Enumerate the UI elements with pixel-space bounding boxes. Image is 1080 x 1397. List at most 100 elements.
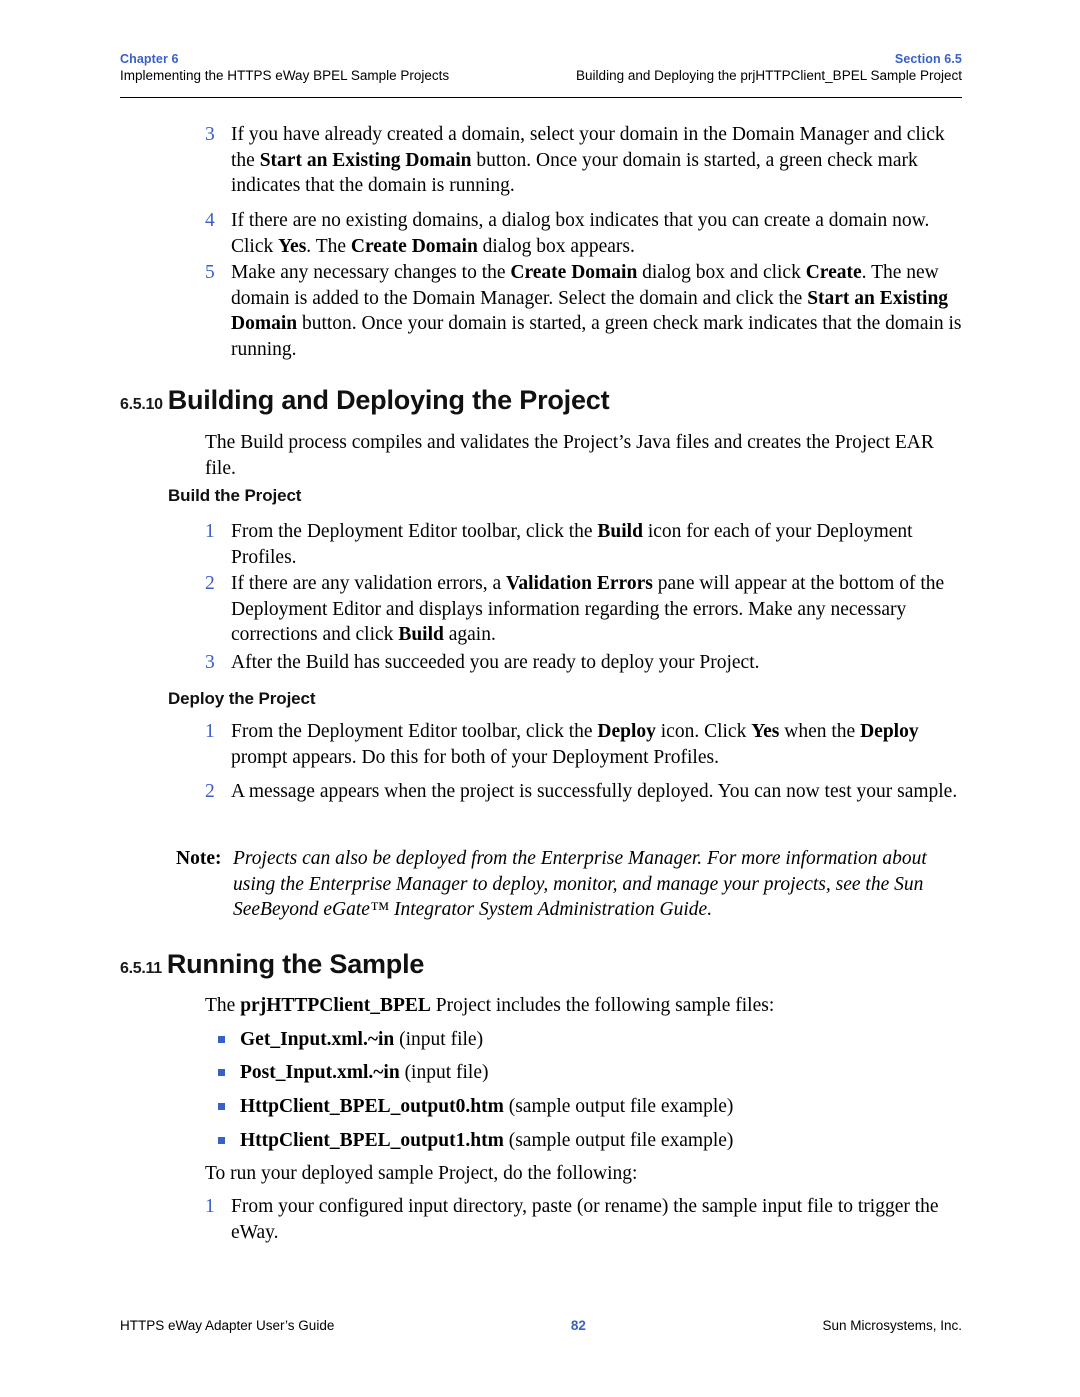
footer-page-number: 82 [570,1318,586,1333]
footer-company: Sun Microsystems, Inc. [822,1318,962,1333]
step-number: 4 [205,210,215,231]
body-text: dialog box and click [637,262,806,283]
list-item-text: HttpClient_BPEL_output0.htm (sample outp… [240,1094,962,1120]
list-item-text: HttpClient_BPEL_output1.htm (sample outp… [240,1128,962,1154]
emphasis-text: Deploy [860,721,919,742]
header-chapter-title: Implementing the HTTPS eWay BPEL Sample … [120,67,450,83]
step-text: A message appears when the project is su… [231,779,962,805]
emphasis-text: Build [597,521,643,542]
section-heading-6511: 6.5.11 Running the Sample [120,949,424,980]
step-number: 5 [205,262,215,283]
body-text: prompt appears. Do this for both of your… [231,746,719,768]
list-item-text: Post_Input.xml.~in (input file) [240,1060,962,1086]
step-text: From the Deployment Editor toolbar, clic… [231,519,962,570]
file-description: (input file) [394,1029,484,1050]
list-item: Post_Input.xml.~in (input file) [218,1060,962,1086]
file-description: (sample output file example) [503,1096,734,1117]
numbered-step: 1 From your configured input directory, … [205,1194,962,1245]
square-bullet-icon [218,1128,240,1144]
file-name: HttpClient_BPEL_output0.htm [240,1096,504,1117]
body-text: . The [306,235,351,257]
note-block: Note: Projects can also be deployed from… [176,846,962,923]
body-text: dialog box appears. [477,235,635,257]
page-footer: HTTPS eWay Adapter User’s Guide 82 Sun M… [120,1318,962,1333]
square-bullet-icon [218,1027,240,1043]
numbered-step: 1 From the Deployment Editor toolbar, cl… [205,719,962,770]
numbered-step: 1 From the Deployment Editor toolbar, cl… [205,519,962,570]
section-intro-paragraph: The prjHTTPClient_BPEL Project includes … [205,993,962,1019]
body-text: icon. Click [655,721,752,742]
square-bullet-icon [218,1094,240,1110]
step-number: 1 [205,1196,215,1217]
section-intro-paragraph: The Build process compiles and validates… [205,432,934,479]
list-item-text: Get_Input.xml.~in (input file) [240,1027,962,1053]
body-text: After the Build has succeeded you are re… [231,652,760,673]
step-text: After the Build has succeeded you are re… [231,650,962,676]
numbered-step: 2 A message appears when the project is … [205,779,962,805]
header-chapter-tag: Chapter 6 [120,52,179,66]
section-number: 6.5.11 [120,960,162,977]
list-item: HttpClient_BPEL_output0.htm (sample outp… [218,1094,962,1120]
step-number: 3 [205,652,215,673]
emphasis-text: Deploy [597,721,656,742]
body-text: If there are any validation errors, a [231,573,507,594]
body-text: From your configured input directory, pa… [231,1196,939,1243]
header-title-row: Implementing the HTTPS eWay BPEL Sample … [120,68,962,85]
footer-guide-title: HTTPS eWay Adapter User’s Guide [120,1318,335,1333]
step-text: From your configured input directory, pa… [231,1194,962,1245]
file-name: Get_Input.xml.~in [240,1029,395,1050]
body-text: button. Once your domain is started, a g… [231,313,962,360]
body-text: From the Deployment Editor toolbar, clic… [231,521,598,542]
file-description: (input file) [399,1062,489,1083]
note-label: Note: [176,848,222,869]
body-text: A message appears when the project is su… [231,781,958,802]
emphasis-text: Create [805,262,862,283]
step-text: Make any necessary changes to the Create… [231,260,962,362]
header-section-title: Building and Deploying the prjHTTPClient… [576,67,962,83]
body-text: Project includes the following sample fi… [430,995,775,1016]
body-text: From the Deployment Editor toolbar, clic… [231,721,598,742]
section-heading-6510: 6.5.10 Building and Deploying the Projec… [120,385,610,416]
step-text: From the Deployment Editor toolbar, clic… [231,719,962,770]
emphasis-text: Create Domain [350,235,478,257]
emphasis-text: Yes [751,721,780,742]
header-section-tag: Section 6.5 [894,52,962,66]
emphasis-text: Build [398,624,444,645]
step-number: 2 [205,781,215,802]
step-text: If there are no existing domains, a dial… [231,208,962,259]
body-text: again. [443,624,496,645]
square-bullet-icon [218,1060,240,1076]
subheading-build-the-project: Build the Project [168,486,302,505]
body-text: Make any necessary changes to the [231,262,511,283]
header-divider [120,97,962,98]
file-description: (sample output file example) [503,1130,734,1151]
numbered-step: 3 After the Build has succeeded you are … [205,650,962,676]
note-text: Projects can also be deployed from the E… [233,848,927,920]
run-sample-intro: To run your deployed sample Project, do … [205,1163,638,1184]
header-tag-row: Chapter 6 Section 6.5 [120,52,962,68]
emphasis-text: Create Domain [510,262,638,283]
emphasis-text: prjHTTPClient_BPEL [240,995,431,1016]
step-number: 1 [205,721,215,742]
document-page: Chapter 6 Section 6.5 Implementing the H… [0,0,1080,1397]
emphasis-text: Yes [278,235,307,257]
section-number: 6.5.10 [120,396,163,413]
emphasis-text: Start an Existing Domain [259,149,472,171]
body-text: The [205,995,241,1016]
body-text: when the [779,721,861,742]
subheading-deploy-the-project: Deploy the Project [168,689,316,708]
numbered-step: 3 If you have already created a domain, … [205,122,962,199]
numbered-step: 5 Make any necessary changes to the Crea… [205,260,962,362]
step-number: 2 [205,573,215,594]
list-item: HttpClient_BPEL_output1.htm (sample outp… [218,1128,962,1154]
list-item: Get_Input.xml.~in (input file) [218,1027,962,1053]
step-text: If you have already created a domain, se… [231,122,962,199]
section-title: Running the Sample [166,949,425,979]
numbered-step: 2 If there are any validation errors, a … [205,571,962,648]
file-name: HttpClient_BPEL_output1.htm [240,1130,504,1151]
step-number: 3 [205,124,215,145]
file-name: Post_Input.xml.~in [240,1062,400,1083]
section-title: Building and Deploying the Project [167,385,610,415]
numbered-step: 4 If there are no existing domains, a di… [205,208,962,259]
step-number: 1 [205,521,215,542]
